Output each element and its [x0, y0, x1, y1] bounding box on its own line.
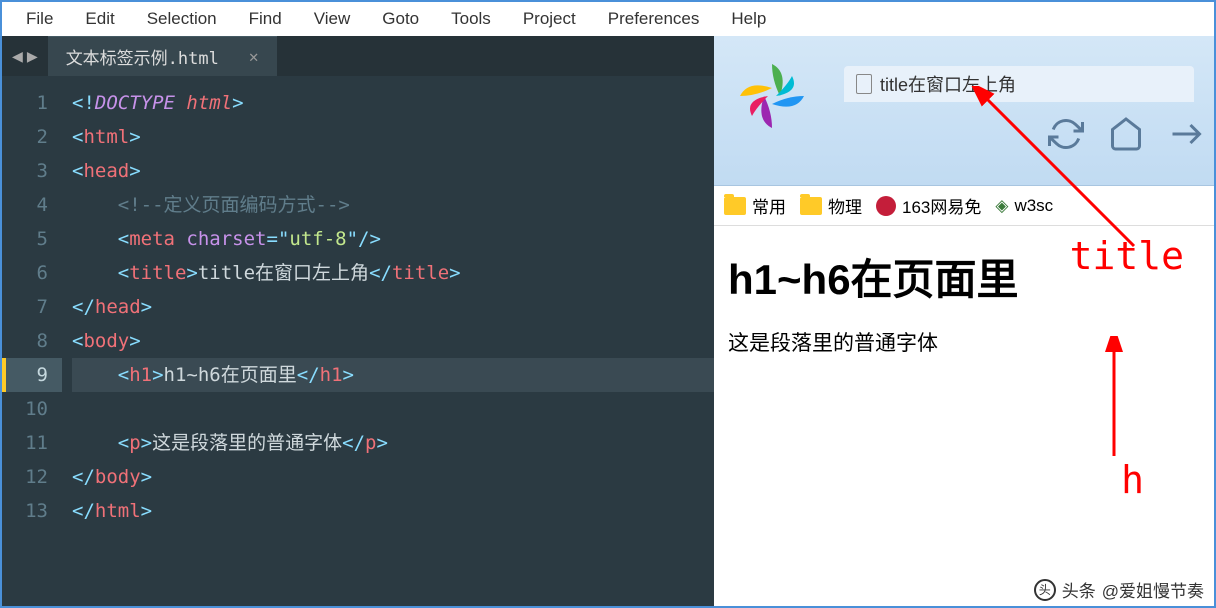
menu-help[interactable]: Help [715, 9, 782, 29]
tab-filename: 文本标签示例.html [66, 44, 219, 69]
bookmark-common[interactable]: 常用 [724, 193, 786, 218]
menu-bar: File Edit Selection Find View Goto Tools… [2, 2, 1214, 36]
menu-goto[interactable]: Goto [366, 9, 435, 29]
folder-icon [800, 197, 822, 215]
editor-tab-bar: ◀ ▶ 文本标签示例.html ✕ [2, 36, 714, 76]
annotation-arrow-title [964, 86, 1164, 256]
close-icon[interactable]: ✕ [249, 47, 259, 66]
forward-icon[interactable] [1168, 116, 1204, 152]
annotation-h-label: h [1121, 458, 1144, 502]
annotation-title-label: title [1070, 234, 1184, 278]
menu-find[interactable]: Find [233, 9, 298, 29]
menu-tools[interactable]: Tools [435, 9, 507, 29]
browser-preview: title在窗口左上角 常用 物理 163网易免 ◈w3sc h1~h6在页面里… [714, 36, 1214, 606]
annotation-arrow-h [1084, 336, 1144, 466]
file-icon [856, 74, 872, 94]
menu-edit[interactable]: Edit [69, 9, 130, 29]
nav-forward-icon[interactable]: ▶ [27, 46, 38, 67]
menu-project[interactable]: Project [507, 9, 592, 29]
menu-preferences[interactable]: Preferences [592, 9, 716, 29]
toutiao-icon: 头 [1034, 579, 1056, 601]
watermark: 头 头条 @爱姐慢节奏 [1034, 577, 1204, 602]
code-editor: ◀ ▶ 文本标签示例.html ✕ 123 456 78 9 10111213 … [2, 36, 714, 606]
menu-selection[interactable]: Selection [131, 9, 233, 29]
code-content[interactable]: <!DOCTYPE html> <html> <head> <!--定义页面编码… [62, 76, 714, 528]
editor-tab[interactable]: 文本标签示例.html ✕ [48, 36, 277, 76]
browser-logo-icon [732, 56, 812, 136]
netease-icon [876, 196, 896, 216]
line-gutter: 123 456 78 9 10111213 [2, 76, 62, 528]
menu-view[interactable]: View [298, 9, 367, 29]
folder-icon [724, 197, 746, 215]
bookmark-physics[interactable]: 物理 [800, 193, 862, 218]
menu-file[interactable]: File [10, 9, 69, 29]
nav-back-icon[interactable]: ◀ [12, 46, 23, 67]
